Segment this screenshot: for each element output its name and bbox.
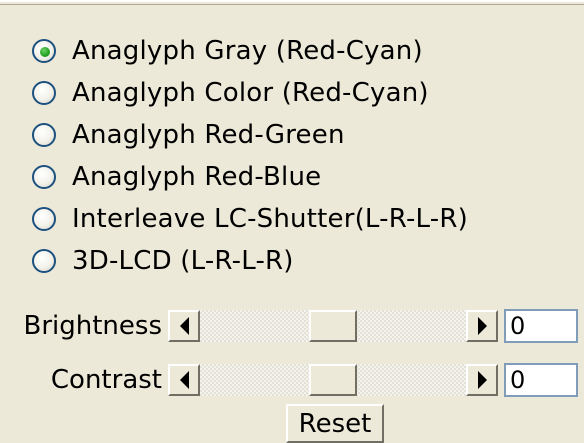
radio-anaglyph-color[interactable]: Anaglyph Color (Red-Cyan) <box>32 72 468 114</box>
radio-button-icon[interactable] <box>32 249 56 273</box>
panel-top-divider <box>0 0 584 5</box>
radio-label: Anaglyph Color (Red-Cyan) <box>72 78 429 108</box>
radio-label: Anaglyph Red-Blue <box>72 162 322 192</box>
radio-button-icon[interactable] <box>32 165 56 189</box>
radio-anaglyph-red-blue[interactable]: Anaglyph Red-Blue <box>32 156 468 198</box>
contrast-increase-button[interactable] <box>466 364 498 396</box>
arrow-left-icon <box>179 371 189 389</box>
arrow-right-icon <box>477 317 487 335</box>
radio-button-icon[interactable] <box>32 39 56 63</box>
radio-label: Anaglyph Gray (Red-Cyan) <box>72 36 423 66</box>
radio-button-icon[interactable] <box>32 123 56 147</box>
brightness-increase-button[interactable] <box>466 310 498 342</box>
brightness-row: Brightness 0 <box>0 308 578 344</box>
contrast-label: Contrast <box>50 365 162 395</box>
contrast-value-field[interactable]: 0 <box>504 363 578 397</box>
radio-interleave-lc-shutter[interactable]: Interleave LC-Shutter(L-R-L-R) <box>32 198 468 240</box>
stereo-mode-radio-group: Anaglyph Gray (Red-Cyan) Anaglyph Color … <box>32 30 468 282</box>
radio-label: Interleave LC-Shutter(L-R-L-R) <box>72 204 468 234</box>
radio-button-icon[interactable] <box>32 81 56 105</box>
brightness-decrease-button[interactable] <box>168 310 200 342</box>
contrast-slider[interactable] <box>168 364 498 396</box>
contrast-slider-thumb[interactable] <box>309 364 357 396</box>
brightness-label: Brightness <box>23 311 163 341</box>
arrow-right-icon <box>477 371 487 389</box>
radio-anaglyph-gray[interactable]: Anaglyph Gray (Red-Cyan) <box>32 30 468 72</box>
reset-button[interactable]: Reset <box>286 404 384 443</box>
radio-label: 3D-LCD (L-R-L-R) <box>72 246 294 276</box>
arrow-left-icon <box>179 317 189 335</box>
brightness-slider-thumb[interactable] <box>309 310 357 342</box>
contrast-decrease-button[interactable] <box>168 364 200 396</box>
radio-3d-lcd[interactable]: 3D-LCD (L-R-L-R) <box>32 240 468 282</box>
contrast-row: Contrast 0 <box>0 362 578 398</box>
radio-anaglyph-red-green[interactable]: Anaglyph Red-Green <box>32 114 468 156</box>
radio-button-icon[interactable] <box>32 207 56 231</box>
radio-label: Anaglyph Red-Green <box>72 120 345 150</box>
brightness-value-field[interactable]: 0 <box>504 309 578 343</box>
brightness-slider[interactable] <box>168 310 498 342</box>
